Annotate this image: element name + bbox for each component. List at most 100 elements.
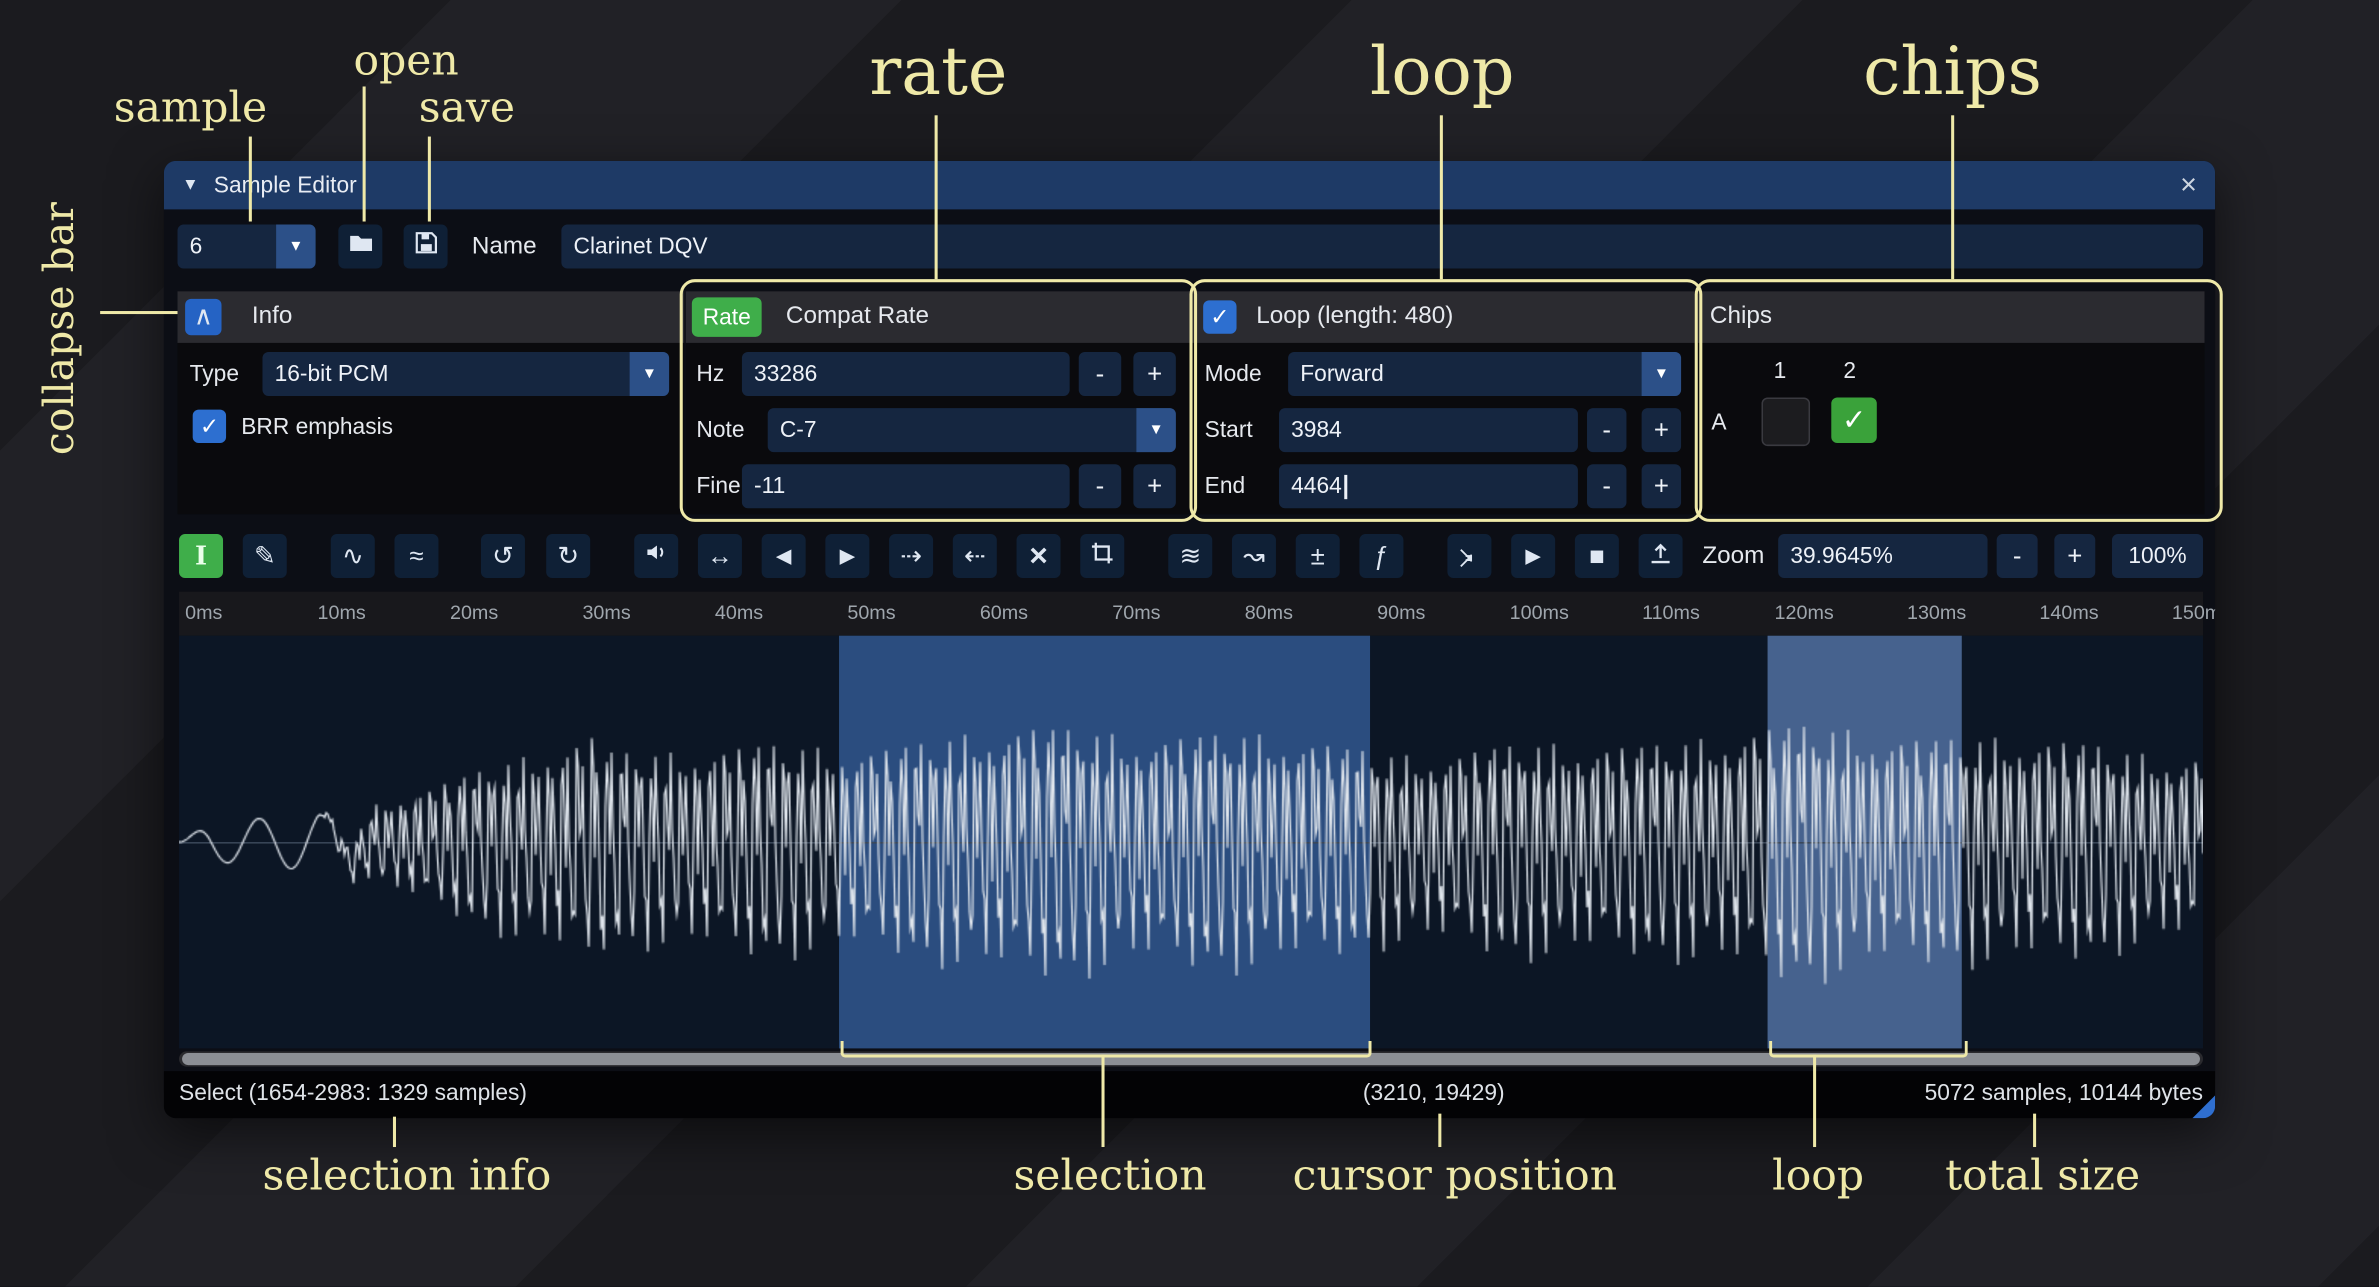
note-dropdown[interactable]: C-7 ▼ (768, 408, 1176, 452)
chip-1-checkbox[interactable] (1761, 398, 1810, 447)
loop-mode-dropdown[interactable]: Forward ▼ (1288, 352, 1681, 396)
waveform-view[interactable] (179, 636, 2203, 1049)
floppy-save-icon (412, 229, 439, 264)
resize-sample-button[interactable]: ∿ (331, 534, 375, 578)
filter-button[interactable]: ƒ (1359, 534, 1403, 578)
undo-button[interactable]: ↺ (481, 534, 525, 578)
chips-section: Chips 1 2 A ✓ (1698, 291, 2205, 514)
amplify-button[interactable]: ± (1296, 534, 1340, 578)
dashed-arrow-icon: ⇢ (900, 541, 922, 571)
delete-selection-button[interactable]: × (1017, 534, 1061, 578)
window-collapse-icon[interactable]: ▼ (182, 176, 199, 194)
dashed-arrow-left-icon: ⇠ (964, 541, 986, 571)
note-value: C-7 (780, 417, 817, 443)
loop-enable-checkbox[interactable]: ✓ (1203, 300, 1236, 333)
hz-value: 33286 (754, 361, 817, 387)
crop-icon (1089, 539, 1115, 572)
redo-button[interactable]: ↻ (546, 534, 590, 578)
sample-type-dropdown[interactable]: 16-bit PCM ▼ (262, 352, 669, 396)
selection-info-text: Select (1654-2983: 1329 samples) (179, 1080, 527, 1106)
titlebar[interactable]: ▼ Sample Editor × (164, 161, 2215, 210)
loop-end-minus-button[interactable]: - (1587, 464, 1626, 508)
fine-plus-button[interactable]: + (1133, 464, 1175, 508)
play-backward-button[interactable]: ◄ (762, 534, 806, 578)
save-sample-button[interactable] (404, 225, 448, 269)
chips-col-1-label: 1 (1774, 358, 1787, 384)
loop-end-plus-button[interactable]: + (1642, 464, 1681, 508)
play-button[interactable]: ► (1511, 534, 1555, 578)
hz-minus-button[interactable]: - (1079, 352, 1121, 396)
scrollbar-thumb[interactable] (182, 1053, 2200, 1065)
timeline-tick: 80ms (1245, 601, 1293, 624)
ibeam-cursor-icon: I (195, 541, 207, 571)
total-size-text: 5072 samples, 10144 bytes (1925, 1080, 2203, 1106)
info-header-label: Info (252, 303, 292, 330)
play-left-icon: ◄ (771, 541, 797, 571)
hz-plus-button[interactable]: + (1133, 352, 1175, 396)
loop-end-value: 4464 (1291, 473, 1342, 499)
select-tool-button[interactable]: I (179, 534, 223, 578)
fine-minus-button[interactable]: - (1079, 464, 1121, 508)
chevron-down-icon[interactable]: ▼ (276, 225, 315, 269)
marker-dot-button[interactable]: ⇠ (953, 534, 997, 578)
note-label: Note (696, 417, 744, 443)
stretch-button[interactable]: ↔ (698, 534, 742, 578)
timeline-ruler[interactable]: 0ms10ms20ms30ms40ms50ms60ms70ms80ms90ms1… (179, 592, 2203, 636)
draw-tool-button[interactable]: ✎ (243, 534, 287, 578)
chevron-down-icon[interactable]: ▼ (1136, 408, 1175, 452)
crossfade-button[interactable]: ↘ ↗ (1447, 534, 1491, 578)
hz-input[interactable]: 33286 (742, 352, 1070, 396)
stop-button[interactable]: ■ (1575, 534, 1619, 578)
resize-grip[interactable] (2192, 1095, 2215, 1118)
play-icon: ► (1520, 541, 1546, 571)
resample-button[interactable]: ≈ (394, 534, 438, 578)
rate-badge-label: Rate (703, 304, 751, 330)
chevron-down-icon[interactable]: ▼ (1642, 352, 1681, 396)
loop-start-input[interactable]: 3984 (1279, 408, 1578, 452)
status-bar: Select (1654-2983: 1329 samples) (3210, … (164, 1071, 2215, 1118)
timeline-tick: 60ms (980, 601, 1028, 624)
loop-start-plus-button[interactable]: + (1642, 408, 1681, 452)
name-input[interactable]: Clarinet DQV (561, 225, 2203, 269)
zoom-label: Zoom (1702, 543, 1764, 570)
chip-2-checkbox[interactable]: ✓ (1831, 398, 1877, 444)
timeline-tick: 150ms (2172, 601, 2215, 624)
layered-waves-button[interactable]: ≋ (1168, 534, 1212, 578)
loop-end-input[interactable]: 4464 (1279, 464, 1578, 508)
zoom-in-button[interactable]: + (2054, 534, 2095, 578)
export-button[interactable] (1639, 534, 1683, 578)
zoom-out-button[interactable]: - (1997, 534, 2038, 578)
trim-crop-button[interactable] (1080, 534, 1124, 578)
close-icon[interactable]: × (2180, 171, 2197, 200)
zoom-input[interactable]: 39.9645% (1778, 534, 1987, 578)
loop-start-minus-button[interactable]: - (1587, 408, 1626, 452)
collapse-bar-button[interactable]: ∧ (185, 299, 221, 335)
play-forward-button[interactable]: ► (825, 534, 869, 578)
wave-resize-icon: ∿ (342, 541, 364, 571)
waveform-canvas[interactable] (179, 636, 2203, 1049)
hz-label: Hz (696, 361, 724, 387)
zoom-reset-button[interactable]: 100% (2112, 534, 2203, 578)
check-icon: ✓ (1842, 403, 1866, 438)
brr-emphasis-checkbox[interactable]: ✓ (193, 410, 226, 443)
x-delete-icon: × (1029, 538, 1048, 574)
wavetable-button[interactable]: ↝ (1232, 534, 1276, 578)
horizontal-scrollbar[interactable] (179, 1051, 2203, 1066)
chips-col-2-label: 2 (1843, 358, 1856, 384)
fine-input[interactable]: -11 (742, 464, 1070, 508)
timeline-tick: 70ms (1112, 601, 1160, 624)
loop-end-label: End (1205, 473, 1246, 499)
marker-dash-button[interactable]: ⇢ (889, 534, 933, 578)
timeline-tick: 100ms (1510, 601, 1569, 624)
sample-select-dropdown[interactable]: 6 ▼ (178, 225, 316, 269)
chevron-down-icon[interactable]: ▼ (630, 352, 669, 396)
speaker-icon (643, 539, 670, 574)
preview-sample-button[interactable] (634, 534, 678, 578)
loop-mode-value: Forward (1300, 361, 1383, 387)
sample-editor-window: ▼ Sample Editor × 6 ▼ Name Clarinet DQV (164, 161, 2215, 1118)
rate-toggle-button[interactable]: Rate (692, 297, 762, 336)
type-label: Type (190, 361, 239, 387)
timeline-tick: 50ms (847, 601, 895, 624)
open-sample-button[interactable] (338, 225, 382, 269)
undo-icon: ↺ (492, 541, 514, 571)
